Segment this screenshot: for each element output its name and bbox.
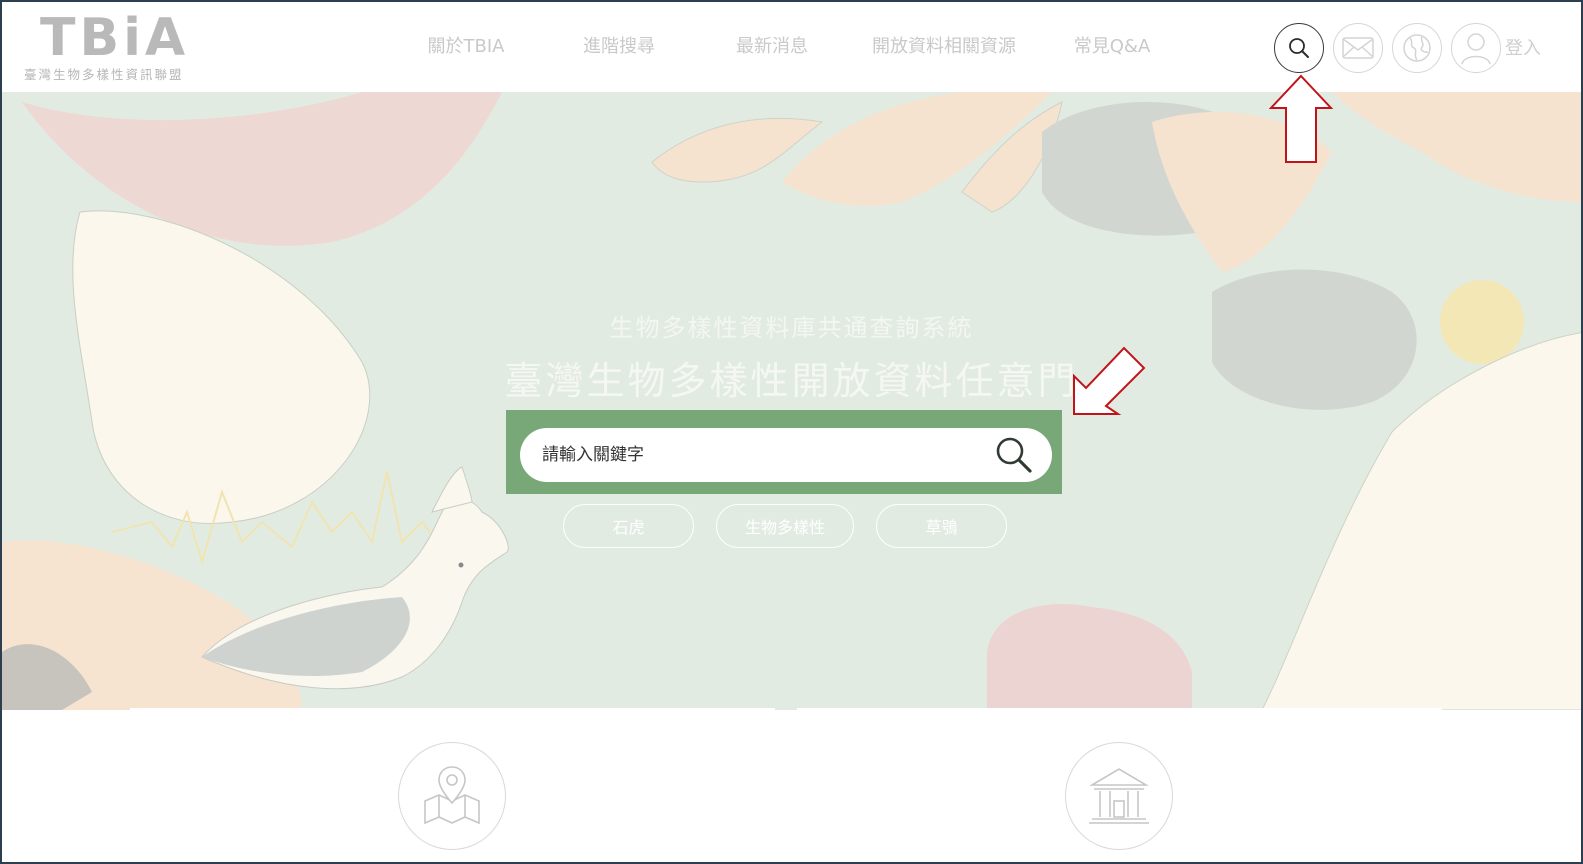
keyword-tag[interactable]: 石虎 [563, 504, 694, 548]
nav-item-about[interactable]: 關於TBIA [392, 32, 540, 62]
header-mail-button[interactable] [1333, 23, 1383, 73]
nav-item-open-data-resources[interactable]: 開放資料相關資源 [846, 32, 1042, 62]
keyword-tag[interactable]: 草鴞 [876, 504, 1007, 548]
hero-subtitle: 生物多樣性資料庫共通查詢系統 [609, 314, 974, 342]
nav-item-advanced-search[interactable]: 進階搜尋 [540, 32, 698, 62]
page-frame: TBiA 臺灣生物多樣性資訊聯盟 關於TBIA 進階搜尋 最新消息 開放資料相關… [0, 0, 1583, 864]
search-icon [996, 437, 1032, 473]
header-search-button[interactable] [1274, 23, 1324, 73]
main-nav: 關於TBIA 進階搜尋 最新消息 開放資料相關資源 常見Q&A [392, 32, 1182, 62]
suggested-keywords: 石虎 生物多樣性 草鴞 [563, 504, 1029, 548]
keyword-tag[interactable]: 生物多樣性 [716, 504, 854, 548]
site-header: TBiA 臺灣生物多樣性資訊聯盟 關於TBIA 進階搜尋 最新消息 開放資料相關… [2, 2, 1581, 92]
user-icon [1461, 33, 1491, 65]
globe-icon [1403, 34, 1431, 62]
header-user-button[interactable] [1451, 23, 1501, 73]
map-location-icon [424, 766, 480, 825]
mail-icon [1342, 37, 1374, 59]
header-language-button[interactable] [1392, 23, 1442, 73]
search-icon [1289, 38, 1309, 58]
nav-item-faq[interactable]: 常見Q&A [1042, 32, 1182, 62]
museum-icon [1089, 768, 1149, 824]
logo-subtitle: 臺灣生物多樣性資訊聯盟 [24, 67, 184, 82]
card-icon-circle [1065, 742, 1173, 850]
card-icon-circle [398, 742, 506, 850]
feature-card-map[interactable] [130, 708, 775, 862]
hero-section: 生物多樣性資料庫共通查詢系統 臺灣生物多樣性開放資料任意門 石虎 生物多樣性 草… [2, 92, 1581, 710]
keyword-search-button[interactable] [990, 432, 1038, 478]
keyword-search-input[interactable] [520, 428, 1052, 482]
hero-title: 臺灣生物多樣性開放資料任意門 [504, 359, 1079, 403]
search-panel [506, 410, 1062, 494]
tbia-logo[interactable]: TBiA 臺灣生物多樣性資訊聯盟 [20, 10, 210, 82]
feature-card-institution[interactable] [797, 708, 1442, 862]
nav-item-news[interactable]: 最新消息 [698, 32, 846, 62]
login-link[interactable]: 登入 [1505, 34, 1541, 60]
logo-mark: TBiA [40, 8, 190, 68]
